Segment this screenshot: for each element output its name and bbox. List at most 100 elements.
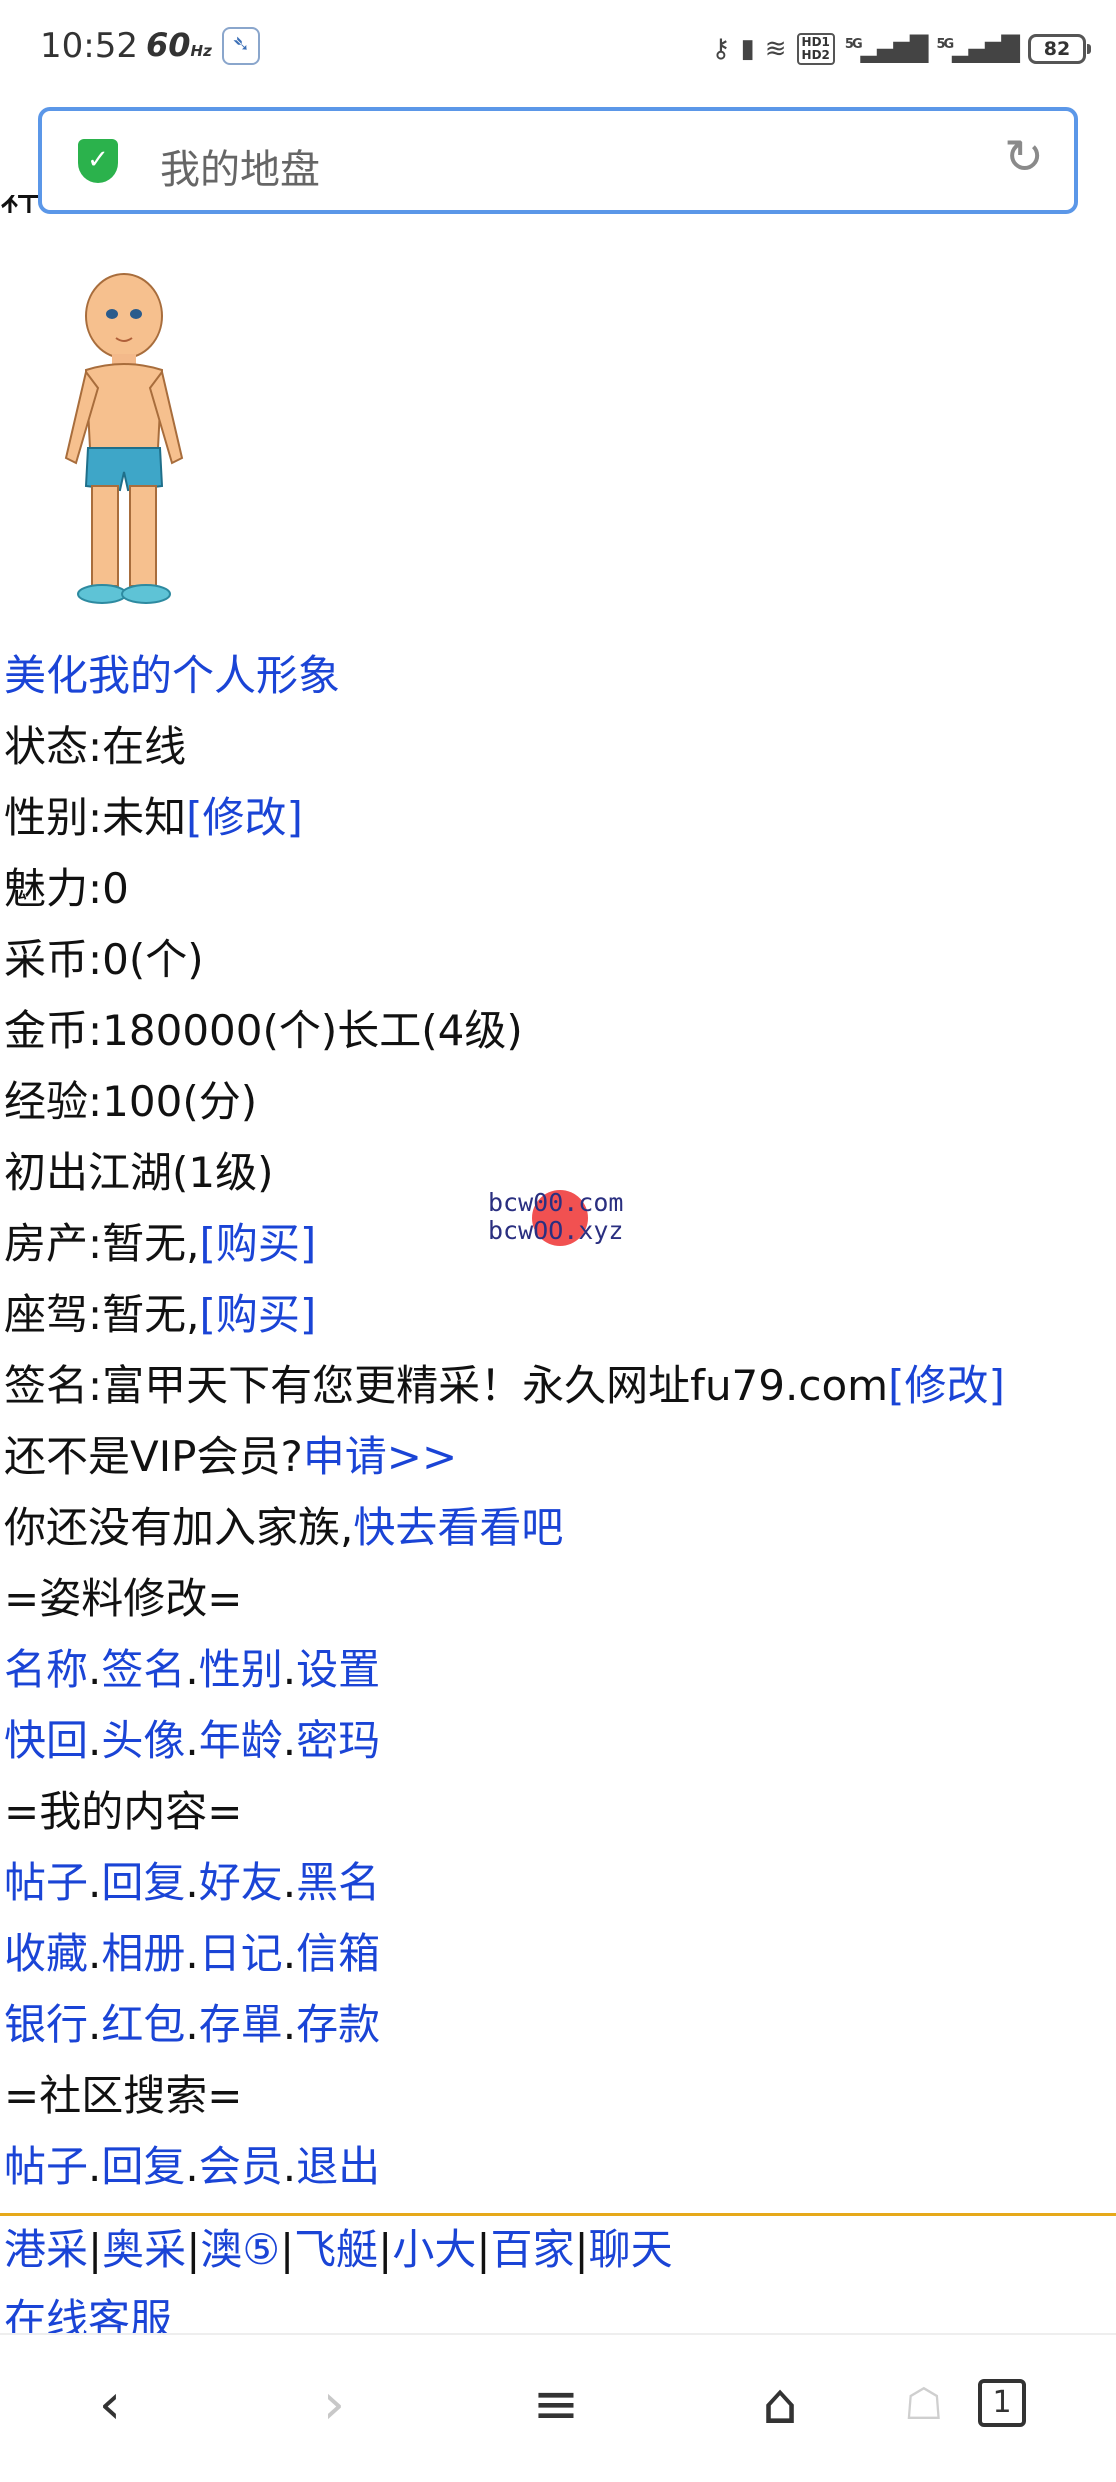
link-posts[interactable]: 帖子 (4, 1858, 88, 1907)
signal-icon: 5G▂▄▆█ (844, 35, 929, 63)
caibi-row: 采币:0(个) (4, 935, 204, 984)
bottom-nav: ‹ › ≡ ⌂ ☖ 1 (0, 2333, 1116, 2482)
menu-icon[interactable]: ≡ (496, 2335, 616, 2482)
car-label: 座驾:暂无, (4, 1290, 200, 1339)
link-mailbox[interactable]: 信箱 (296, 1929, 380, 1978)
home-icon[interactable]: ⌂ (720, 2335, 840, 2482)
shield-icon[interactable]: ✓ (78, 139, 118, 183)
back-icon[interactable]: ‹ (50, 2335, 170, 2482)
signature-row: 签名:富甲天下有您更精采！永久网址fu79.com[修改] (4, 1356, 1005, 1416)
footer-link-chat[interactable]: 聊天 (589, 2225, 673, 2274)
link-logout[interactable]: 退出 (296, 2142, 380, 2191)
link-diary[interactable]: 日记 (199, 1929, 283, 1978)
sep: . (282, 2000, 297, 2049)
link-search-posts[interactable]: 帖子 (4, 2142, 88, 2191)
link-deposit[interactable]: 存款 (296, 2000, 380, 2049)
status-icons: ⚷ ▮ ≋ HD1 HD2 5G▂▄▆█ 5G▂▄▆█ 82 (711, 24, 1091, 74)
signature-label: 签名:富甲天下有您更精采！永久网址fu79.com (4, 1361, 889, 1410)
link-gender[interactable]: 性别 (199, 1645, 283, 1694)
vibrate-icon: ▮ (740, 34, 755, 64)
refresh-rate-value: 60 (146, 26, 191, 64)
link-replies[interactable]: 回复 (101, 1858, 185, 1907)
footer-link-aocai[interactable]: 奥采 (102, 2225, 186, 2274)
hd2-label: HD2 (801, 48, 830, 62)
sep: . (88, 1645, 102, 1694)
section-my-content: =我的内容= (4, 1787, 243, 1836)
family-row: 你还没有加入家族,快去看看吧 (4, 1498, 563, 1558)
forward-icon[interactable]: › (274, 2335, 394, 2482)
house-row: 房产:暂无,[购买] (4, 1214, 316, 1274)
address-bar[interactable]: ✓ 我的地盘 ↻ (38, 107, 1078, 214)
link-settings[interactable]: 设置 (296, 1645, 380, 1694)
link-search-replies[interactable]: 回复 (101, 2142, 185, 2191)
reload-icon[interactable]: ↻ (1004, 133, 1044, 181)
vip-label: 还不是VIP会员? (4, 1432, 303, 1481)
charm-row: 魅力:0 (4, 864, 129, 913)
gender-modify-link[interactable]: [修改] (186, 793, 303, 842)
sep: . (185, 2142, 199, 2191)
pipe: | (88, 2225, 103, 2274)
sep: . (88, 1858, 102, 1907)
refresh-rate: 60Hz (146, 26, 212, 64)
family-link[interactable]: 快去看看吧 (353, 1503, 563, 1552)
exp-row: 经验:100(分) (4, 1077, 258, 1126)
link-avatar[interactable]: 头像 (101, 1716, 185, 1765)
refresh-rate-unit: Hz (190, 42, 212, 60)
footer-link-baijia[interactable]: 百家 (491, 2225, 575, 2274)
link-bank[interactable]: 银行 (4, 2000, 88, 2049)
link-red-packet[interactable]: 红包 (101, 2000, 185, 2049)
address-text[interactable]: 我的地盘 (160, 137, 320, 195)
avatar[interactable] (46, 258, 206, 623)
sep: . (88, 1929, 102, 1978)
sep: . (282, 2142, 297, 2191)
sep: . (185, 1645, 199, 1694)
sep: . (88, 1716, 102, 1765)
footer-link-xiaoda[interactable]: 小大 (392, 2225, 476, 2274)
profile-edit-row2: 快回.头像.年龄.密玛 (4, 1711, 380, 1771)
link-deposit-slip[interactable]: 存單 (199, 2000, 283, 2049)
link-search-members[interactable]: 会员 (199, 2142, 283, 2191)
car-buy-link[interactable]: [购买] (200, 1290, 317, 1339)
wifi-icon: ≋ (764, 34, 787, 64)
link-quick-reply[interactable]: 快回 (4, 1716, 88, 1765)
sep: . (185, 2000, 199, 2049)
link-friends[interactable]: 好友 (199, 1858, 283, 1907)
hd-badge: HD1 HD2 (796, 33, 835, 65)
link-password[interactable]: 密玛 (296, 1716, 380, 1765)
vip-row: 还不是VIP会员?申请>> (4, 1427, 457, 1487)
footer-link-gangcai[interactable]: 港采 (4, 2225, 88, 2274)
search-row: 帖子.回复.会员.退出 (4, 2137, 380, 2197)
profile-edit-row1: 名称.签名.性别.设置 (4, 1640, 380, 1700)
section-profile-edit: =姿料修改= (4, 1574, 243, 1623)
vip-apply-link[interactable]: 申请>> (303, 1432, 457, 1481)
link-signature[interactable]: 签名 (101, 1645, 185, 1694)
beautify-avatar-link[interactable]: 美化我的个人形象 (4, 646, 340, 706)
link-age[interactable]: 年龄 (199, 1716, 283, 1765)
gender-row: 性别:未知[修改] (4, 788, 303, 848)
footer-link-ao5[interactable]: 澳⑤ (200, 2225, 280, 2274)
sep: . (185, 1929, 199, 1978)
link-album[interactable]: 相册 (101, 1929, 185, 1978)
link-favorites[interactable]: 收藏 (4, 1929, 88, 1978)
footer-link-feiting[interactable]: 飞艇 (294, 2225, 378, 2274)
notification-app-icon: ➴ (222, 27, 260, 65)
sep: . (282, 1858, 297, 1907)
sep: . (185, 1858, 199, 1907)
net2-label: 5G (936, 37, 954, 52)
car-row: 座驾:暂无,[购买] (4, 1285, 316, 1345)
sep: . (88, 2142, 102, 2191)
ghost-icon[interactable]: ☖ (904, 2379, 943, 2430)
link-blacklist[interactable]: 黑名 (296, 1858, 380, 1907)
footer-divider (0, 2213, 1116, 2216)
battery-icon: 82 (1028, 34, 1091, 64)
watermark-line1: bcw00.com (488, 1188, 624, 1217)
tab-count-icon[interactable]: 1 (978, 2379, 1026, 2427)
signature-modify-link[interactable]: [修改] (888, 1361, 1005, 1410)
section-search: =社区搜索= (4, 2071, 243, 2120)
link-name[interactable]: 名称 (4, 1645, 88, 1694)
watermark: bcw00.com bcwOO.xyz (488, 1188, 668, 1258)
sep: . (282, 1645, 297, 1694)
signal-icon-2: 5G▂▄▆█ (936, 35, 1020, 63)
house-label: 房产:暂无, (4, 1219, 200, 1268)
house-buy-link[interactable]: [购买] (200, 1219, 317, 1268)
